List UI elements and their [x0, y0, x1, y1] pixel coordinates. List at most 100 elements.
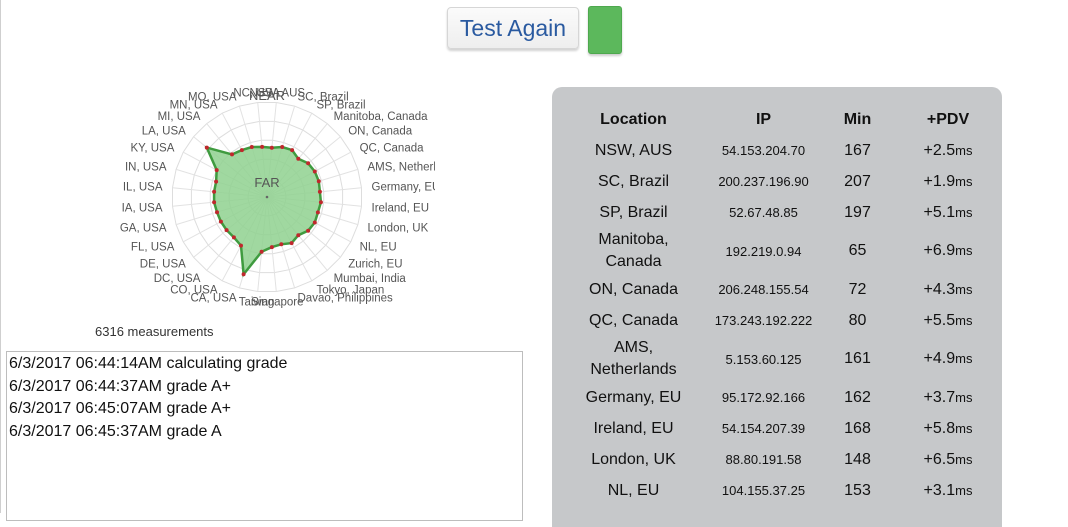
radar-axis-label: Taiwan — [239, 297, 275, 309]
cell-ip: 200.237.196.90 — [718, 174, 809, 189]
radar-chart: FAR NEAR NSW, AUS SC, Brazil SP, Brazil Manit… — [105, 75, 461, 315]
table-row: SC, Brazil 200.237.196.90 207 +1.9ms — [570, 166, 1011, 197]
radar-point — [239, 243, 243, 248]
pdv-unit: ms — [955, 312, 973, 328]
test-again-button[interactable]: Test Again — [447, 7, 579, 49]
pdv-value: +6.5 — [923, 450, 956, 468]
table-row: NL, EU 104.155.37.25 153 +3.1ms — [570, 475, 1011, 506]
radar-axis-label: London, UK — [368, 223, 429, 235]
cell-pdv: +5.5ms — [885, 305, 1011, 336]
pdv-value: +3.7 — [923, 388, 956, 406]
pdv-value: +1.9 — [923, 172, 956, 190]
radar-axis-label: QC, Canada — [360, 143, 425, 155]
log-line: 6/3/2017 06:44:14AM calculating grade — [9, 355, 288, 372]
cell-min: 80 — [848, 311, 867, 329]
radar-point — [212, 189, 217, 194]
radar-point — [239, 148, 244, 153]
radar-point — [241, 272, 246, 277]
radar-axis-label: LA, USA — [142, 125, 186, 137]
radar-far-label: FAR — [254, 175, 279, 190]
table-row: Ireland, EU 54.154.207.39 168 +5.8ms — [570, 413, 1011, 444]
cell-ip: 54.154.207.39 — [721, 421, 806, 436]
radar-axis-label: Zurich, EU — [348, 259, 402, 271]
pdv-value: +4.3 — [923, 280, 956, 298]
location-text: Ireland, EU — [593, 419, 674, 437]
cell-min: 168 — [844, 419, 871, 437]
radar-axis-label: ON, Canada — [348, 125, 413, 137]
radar-point — [318, 200, 323, 205]
table-row: QC, Canada 173.243.192.222 80 +5.5ms — [570, 305, 1011, 336]
radar-point — [290, 148, 295, 153]
radar-axis-label: DE, USA — [140, 259, 186, 271]
cell-location: Manitoba, Canada — [570, 228, 697, 274]
table-row: NSW, AUS 54.153.204.70 167 +2.5ms — [570, 135, 1011, 166]
radar-point — [249, 145, 254, 149]
cell-ip: 192.219.0.94 — [725, 243, 802, 259]
table-row: AMS, Netherlands 5.153.60.125 161 +4.9ms — [570, 336, 1011, 382]
radar-point — [315, 210, 320, 215]
location-text: ON, Canada — [589, 280, 678, 298]
radar-axis-label: Davao, Philippines — [298, 293, 394, 305]
pdv-unit: ms — [955, 482, 973, 498]
cell-location: SC, Brazil — [570, 166, 697, 197]
cell-ip: 206.248.155.54 — [718, 282, 809, 297]
cell-pdv: +2.5ms — [885, 135, 1011, 166]
radar-axis-label: AMS, Netherlands — [368, 162, 436, 174]
event-log[interactable]: 6/3/2017 06:44:14AM calculating grade 6/… — [6, 351, 523, 521]
cell-min: 207 — [844, 172, 871, 190]
results-table: Location IP Min +PDV NSW, AUS 54.153.204.… — [570, 105, 1011, 506]
table-row: SP, Brazil 52.67.48.85 197 +5.1ms — [570, 197, 1011, 228]
header-ip: IP — [755, 111, 772, 128]
radar-axis-label: Mumbai, India — [334, 273, 407, 285]
cell-pdv: +4.9ms — [885, 336, 1011, 382]
radar-point — [260, 144, 265, 149]
radar-point — [214, 179, 219, 184]
location-text: QC, Canada — [589, 311, 678, 329]
radar-axis-label: GA, USA — [120, 223, 167, 235]
radar-axis-label: MI, USA — [158, 111, 201, 123]
cell-location: London, UK — [570, 444, 697, 475]
radar-point — [224, 228, 229, 233]
pdv-unit: ms — [955, 351, 973, 366]
cell-min: 72 — [848, 280, 867, 298]
radar-svg: FARNEARNSW, AUSSC, BrazilSP, BrazilManit… — [120, 88, 461, 309]
radar-axis-label: IA, USA — [122, 202, 163, 214]
radar-point — [212, 200, 217, 205]
radar-point — [279, 242, 284, 247]
cell-min: 153 — [844, 481, 871, 499]
cell-min: 65 — [848, 242, 867, 259]
cell-location: NSW, AUS — [570, 135, 697, 166]
cell-ip: 52.67.48.85 — [729, 205, 798, 220]
radar-point — [296, 233, 301, 238]
table-body: NSW, AUS 54.153.204.70 167 +2.5ms SC, Brazil… — [570, 135, 1011, 506]
cell-pdv: +5.8ms — [885, 413, 1011, 444]
radar-axis-label: MO, USA — [188, 92, 237, 104]
cell-pdv: +6.9ms — [885, 228, 1011, 274]
radar-axis-label: CO, USA — [170, 285, 218, 297]
radar-point — [269, 245, 274, 250]
header-location: Location — [600, 111, 667, 128]
cell-ip: 88.80.191.58 — [725, 452, 802, 467]
radar-point — [296, 156, 301, 161]
radar-axis-label: IN, USA — [125, 162, 167, 174]
location-text: NSW, AUS — [594, 141, 673, 159]
pdv-value: +6.9 — [923, 242, 956, 259]
location-text: Netherlands — [590, 361, 677, 378]
radar-axis-label: SP, Brazil — [317, 99, 366, 111]
radar-axis-label: Manitoba, Canada — [334, 111, 429, 123]
radar-axis-label: KY, USA — [130, 143, 174, 155]
cell-ip: 54.153.204.70 — [721, 143, 806, 158]
radar-point — [214, 168, 219, 173]
radar-point — [306, 161, 311, 166]
radar-point — [306, 228, 311, 233]
radar-axis-label: IL, USA — [123, 182, 163, 194]
radar-axis-label: Germany, EU — [372, 182, 436, 194]
location-text: SC, Brazil — [597, 172, 670, 190]
cell-pdv: +4.3ms — [885, 274, 1011, 305]
cell-pdv: +3.7ms — [885, 382, 1011, 413]
cell-min: 161 — [844, 350, 871, 367]
location-text: Canada — [605, 253, 662, 270]
cell-location: NL, EU — [570, 475, 697, 506]
location-text: NL, EU — [607, 481, 660, 499]
location-text: AMS, — [613, 339, 654, 356]
